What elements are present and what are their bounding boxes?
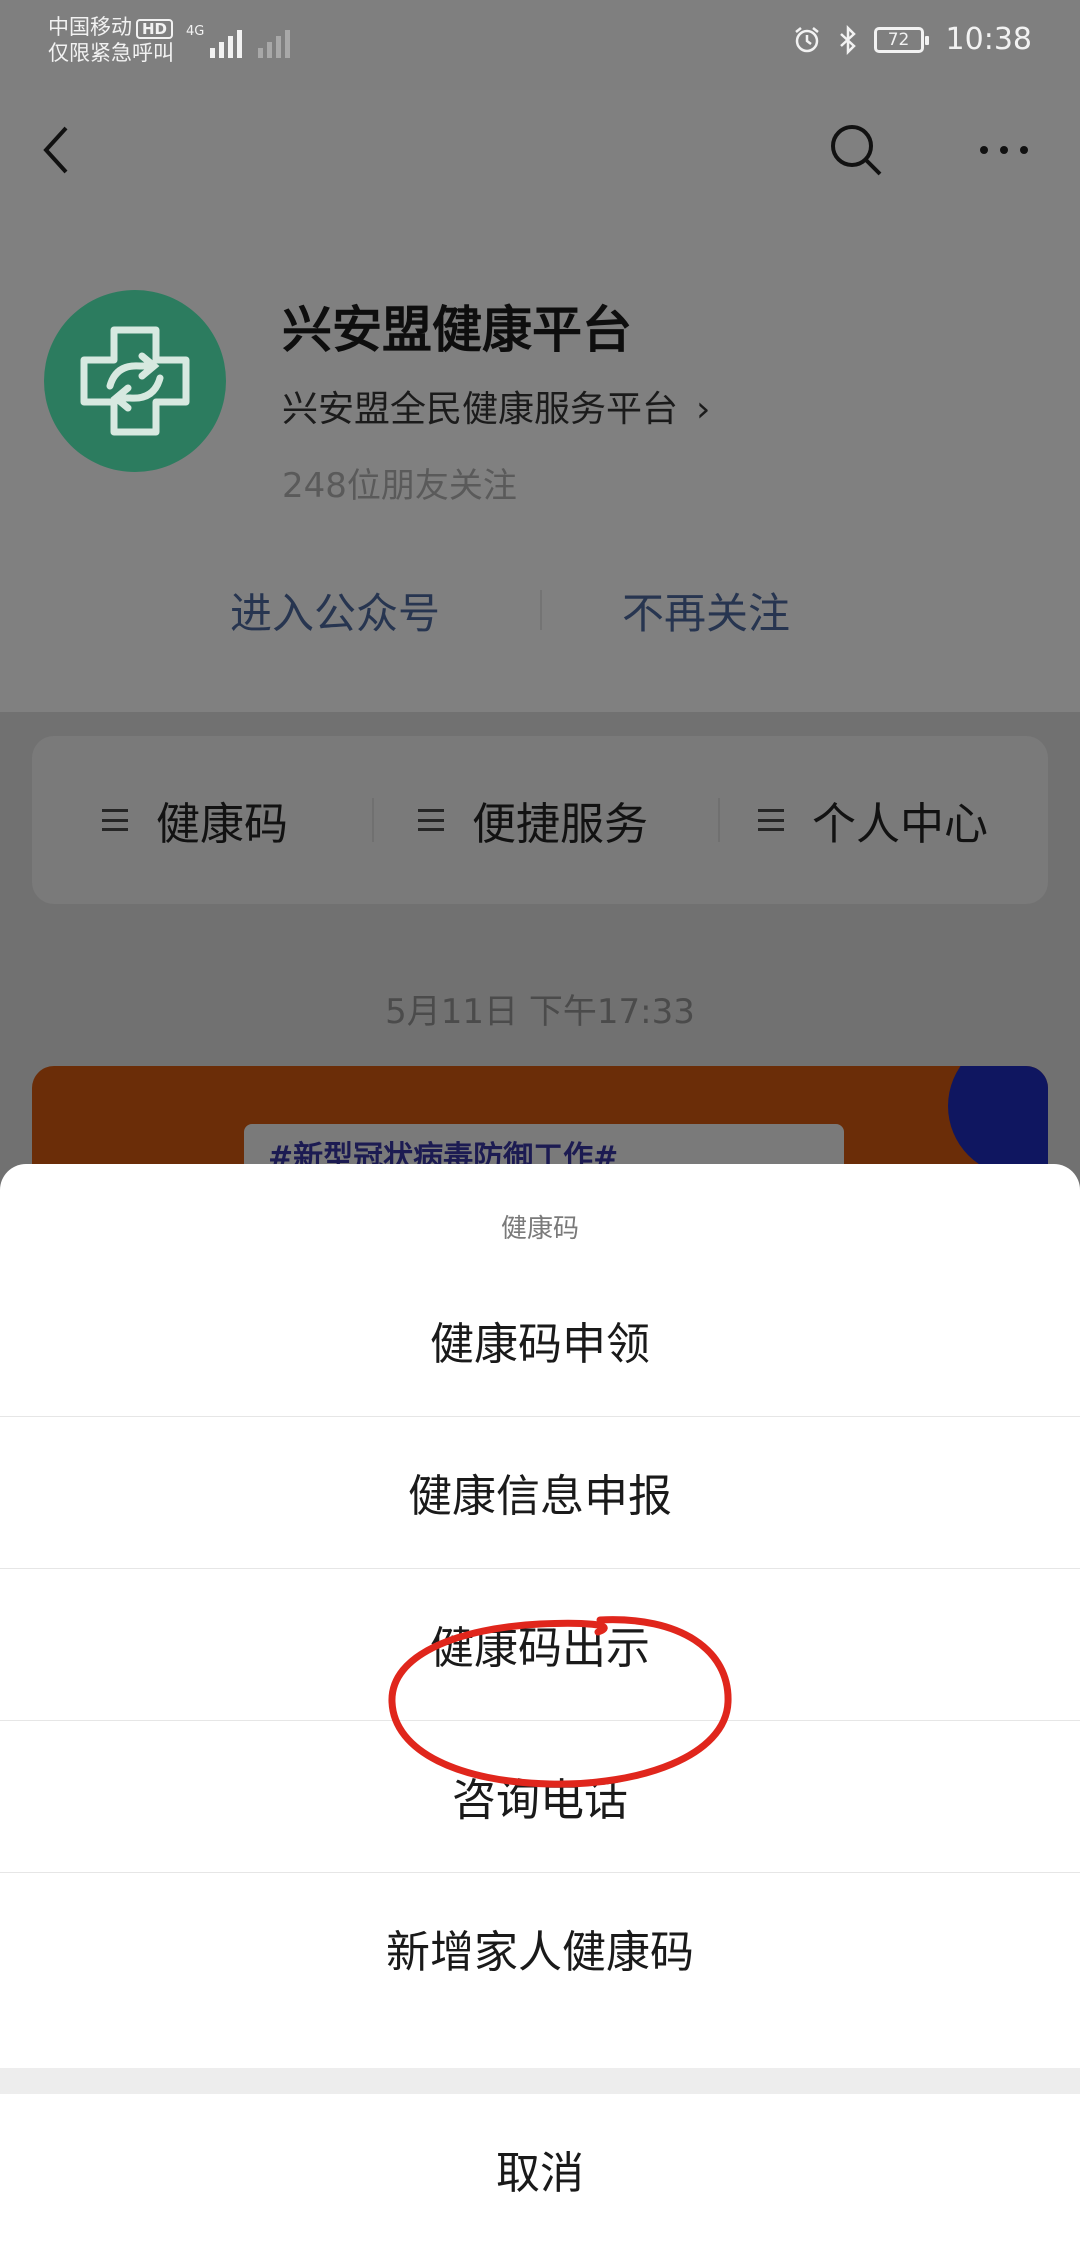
menu-item-label: 健康码 <box>156 799 288 850</box>
message-date: 5月11日 下午17:33 <box>385 992 695 1032</box>
unfollow-button[interactable]: 不再关注 <box>622 580 790 641</box>
menu-item-label: 便捷服务 <box>472 799 648 850</box>
carrier-name: 中国移动 <box>48 15 132 39</box>
menu-divider <box>372 798 374 842</box>
back-icon[interactable] <box>36 120 76 180</box>
menu-item-services[interactable]: 便捷服务 <box>418 788 648 852</box>
followers-count: 248位朋友关注 <box>282 466 517 506</box>
more-icon[interactable] <box>974 120 1034 180</box>
cancel-button[interactable]: 取消 <box>0 2094 1080 2244</box>
battery-icon: 72 <box>873 26 929 53</box>
clock: 10:38 <box>945 22 1032 57</box>
search-icon[interactable] <box>826 120 886 180</box>
option-apply-health-code[interactable]: 健康码申领 <box>0 1264 1080 1416</box>
chevron-right-icon: › <box>696 389 711 430</box>
health-cross-logo-icon <box>80 326 190 436</box>
status-bar: 中国移动 HD 仅限紧急呼叫 4G 72 10:38 <box>0 0 1080 90</box>
emergency-text: 仅限紧急呼叫 <box>48 41 174 65</box>
account-avatar <box>44 290 226 472</box>
option-hotline[interactable]: 咨询电话 <box>0 1720 1080 1872</box>
account-subtitle: 兴安盟全民健康服务平台 <box>282 389 679 430</box>
menu-lines-icon <box>758 809 784 831</box>
menu-item-health-code[interactable]: 健康码 <box>102 788 288 852</box>
action-divider <box>540 590 542 630</box>
account-menu-bar: 健康码 便捷服务 个人中心 <box>32 736 1048 904</box>
account-actions: 进入公众号 不再关注 <box>0 570 1080 650</box>
menu-lines-icon <box>102 809 128 831</box>
signal-icon: 4G <box>186 24 291 58</box>
option-add-family-health-code[interactable]: 新增家人健康码 <box>0 1872 1080 2024</box>
status-right: 72 10:38 <box>792 22 1032 57</box>
screen: 中国移动 HD 仅限紧急呼叫 4G 72 10:38 兴安盟健康平台 兴安盟全民… <box>0 0 1080 2244</box>
menu-lines-icon <box>418 809 444 831</box>
menu-divider <box>718 798 720 842</box>
menu-item-label: 个人中心 <box>812 799 988 850</box>
sheet-title: 健康码 <box>500 1214 579 1244</box>
account-header: 兴安盟健康平台 兴安盟全民健康服务平台 › 248位朋友关注 进入公众号 不再关注 <box>0 90 1080 712</box>
account-name: 兴安盟健康平台 <box>282 301 632 359</box>
option-show-health-code[interactable]: 健康码出示 <box>0 1568 1080 1720</box>
hd-badge: HD <box>136 19 174 39</box>
sheet-gap <box>0 2068 1080 2094</box>
network-type: 4G <box>186 24 205 39</box>
enter-account-button[interactable]: 进入公众号 <box>230 580 440 641</box>
alarm-icon <box>794 26 819 52</box>
card-corner-decoration <box>948 1066 1048 1176</box>
carrier-info: 中国移动 HD 仅限紧急呼叫 <box>48 14 174 66</box>
account-subtitle-link[interactable]: 兴安盟全民健康服务平台 › <box>282 380 710 432</box>
menu-item-personal-center[interactable]: 个人中心 <box>758 788 988 852</box>
bluetooth-icon <box>839 24 856 55</box>
action-sheet: 健康码 健康码申领 健康信息申报 健康码出示 咨询电话 新增家人健康码 取消 <box>0 1164 1080 2244</box>
option-health-info-report[interactable]: 健康信息申报 <box>0 1416 1080 1568</box>
